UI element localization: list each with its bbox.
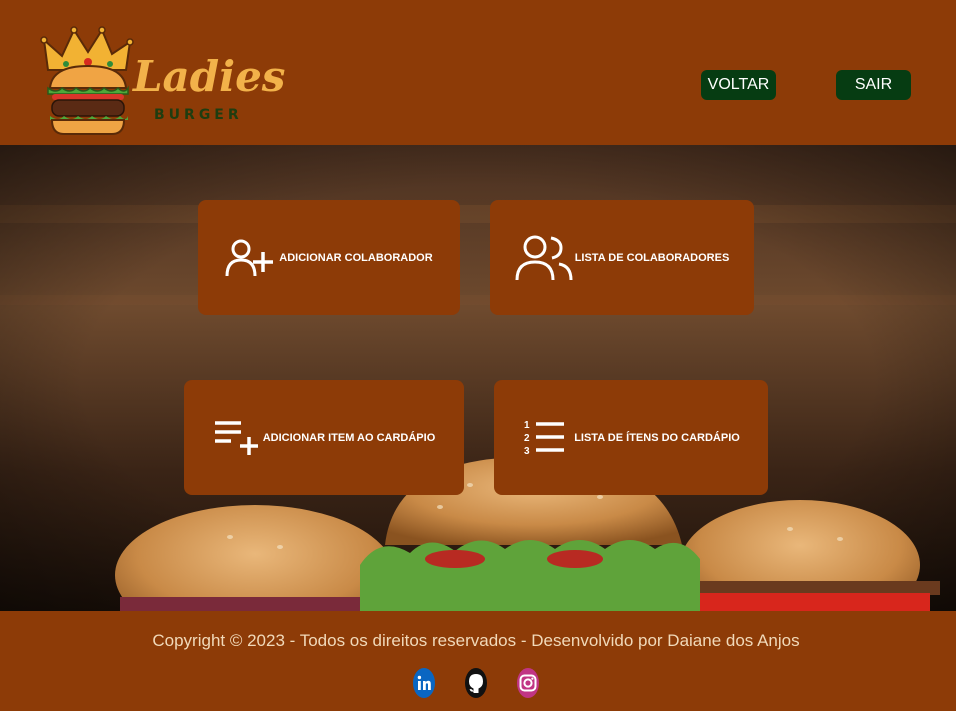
linkedin-icon <box>413 668 435 698</box>
github-icon[interactable] <box>464 667 488 699</box>
collaborators-list-card[interactable]: LISTA DE COLABORADORES <box>490 200 754 315</box>
logo[interactable]: Ladies BURGER <box>40 22 285 140</box>
burger-background-image <box>0 145 956 611</box>
playlist-add-icon <box>214 420 258 455</box>
hero-background <box>0 145 956 611</box>
user-plus-icon <box>225 239 274 276</box>
exit-button[interactable]: SAIR <box>836 70 911 100</box>
instagram-icon[interactable] <box>516 667 540 699</box>
ordered-list-icon: 1 2 3 <box>524 420 565 457</box>
card-label: LISTA DE COLABORADORES <box>574 251 730 264</box>
burger-logo-icon <box>40 26 134 135</box>
svg-text:2: 2 <box>524 433 530 444</box>
add-collaborator-card[interactable]: ADICIONAR COLABORADOR <box>198 200 460 315</box>
users-icon <box>515 235 573 280</box>
github-icon <box>465 668 487 698</box>
menu-items-list-card[interactable]: 1 2 3 LISTA DE ÍTENS DO CARDÁPIO <box>494 380 768 495</box>
svg-text:3: 3 <box>524 446 530 457</box>
linkedin-icon[interactable] <box>412 667 436 699</box>
card-label: ADICIONAR ITEM AO CARDÁPIO <box>262 431 436 444</box>
card-label: ADICIONAR COLABORADOR <box>279 251 433 264</box>
back-button[interactable]: VOLTAR <box>701 70 776 100</box>
card-label: LISTA DE ÍTENS DO CARDÁPIO <box>574 431 740 444</box>
svg-text:1: 1 <box>524 420 530 431</box>
copyright-text: Copyright © 2023 - Todos os direitos res… <box>152 631 800 650</box>
add-menu-item-card[interactable]: ADICIONAR ITEM AO CARDÁPIO <box>184 380 464 495</box>
header: Ladies BURGER VOLTAR SAIR <box>0 0 956 145</box>
logo-word: Ladies <box>133 52 286 101</box>
logo-subtitle: BURGER <box>154 107 243 123</box>
instagram-icon <box>517 668 539 698</box>
footer: Copyright © 2023 - Todos os direitos res… <box>0 611 956 711</box>
